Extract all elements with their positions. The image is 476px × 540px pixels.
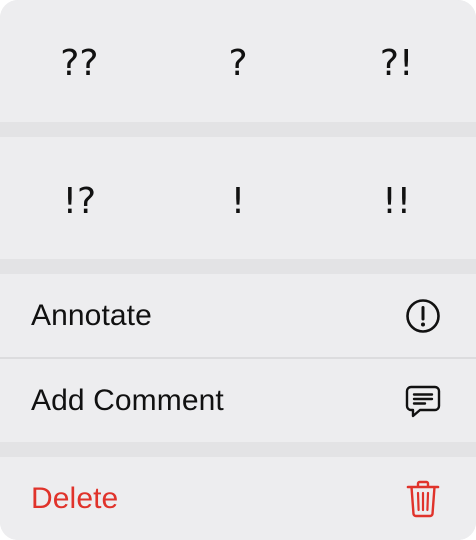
annotation-row-exclamations: !? ! !! bbox=[0, 137, 476, 259]
action-group: Annotate Add Comment bbox=[0, 274, 476, 442]
glyph-label: ! bbox=[230, 180, 246, 222]
glyph-label: ?? bbox=[60, 42, 99, 84]
delete-button[interactable]: Delete bbox=[0, 457, 476, 540]
annotation-row-questions: ?? ? ?! bbox=[0, 0, 476, 122]
glyph-exclamation-question[interactable]: !? bbox=[0, 137, 159, 259]
add-comment-label: Add Comment bbox=[31, 383, 224, 417]
delete-label: Delete bbox=[31, 481, 119, 515]
glyph-double-question[interactable]: ?? bbox=[0, 0, 159, 122]
exclamation-circle-icon bbox=[404, 297, 442, 335]
destructive-group: Delete bbox=[0, 457, 476, 540]
glyph-label: ?! bbox=[379, 42, 414, 84]
annotate-button[interactable]: Annotate bbox=[0, 274, 476, 357]
annotate-label: Annotate bbox=[31, 298, 152, 332]
glyph-label: !? bbox=[62, 180, 97, 222]
glyph-label: ? bbox=[228, 42, 248, 84]
glyph-label: !! bbox=[382, 180, 412, 222]
trash-icon bbox=[404, 480, 442, 518]
add-comment-button[interactable]: Add Comment bbox=[0, 359, 476, 442]
glyph-exclamation[interactable]: ! bbox=[159, 137, 318, 259]
glyph-question[interactable]: ? bbox=[159, 0, 318, 122]
glyph-double-exclamation[interactable]: !! bbox=[317, 137, 476, 259]
comment-bubble-icon bbox=[404, 382, 442, 420]
context-menu: ?? ? ?! !? ! !! Annotate Add Comment Del… bbox=[0, 0, 476, 540]
glyph-question-exclamation[interactable]: ?! bbox=[317, 0, 476, 122]
